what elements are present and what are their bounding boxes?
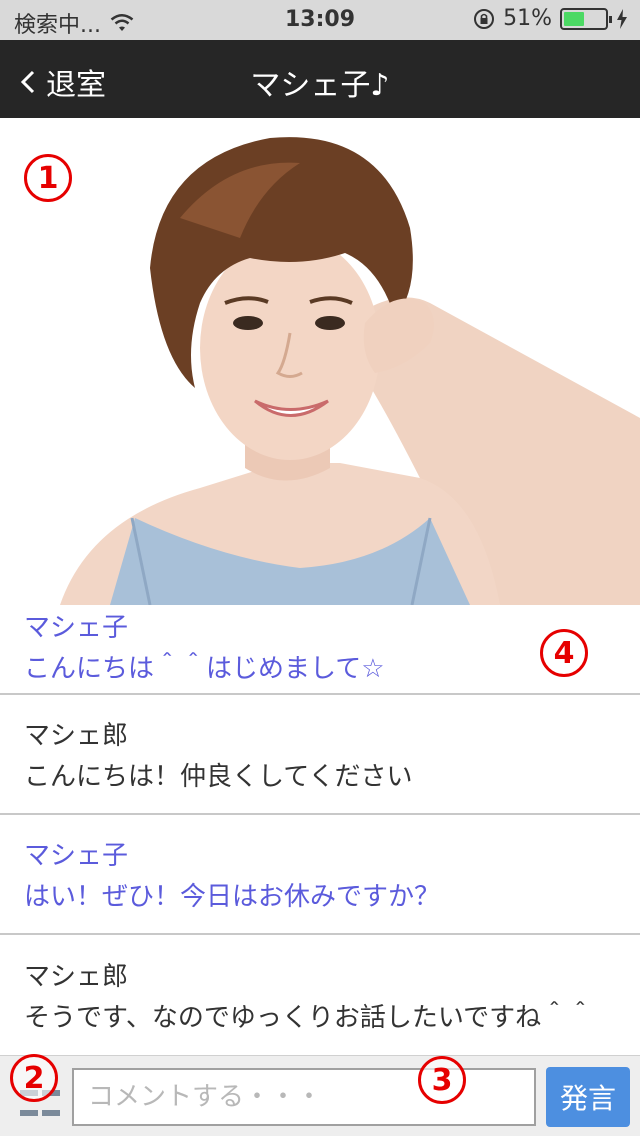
- battery-icon: [560, 7, 612, 30]
- back-button[interactable]: 退室: [20, 60, 106, 104]
- message-sender: マシェ郎: [24, 721, 129, 751]
- status-bar: 検索中... 13:09 51%: [0, 0, 640, 40]
- charging-icon: [617, 8, 627, 29]
- chat-message-list[interactable]: マシェ子 こんにちは＾＾はじめまして☆ マシェ郎 こんにちは！仲良くしてください…: [0, 605, 640, 1055]
- chevron-left-icon: [20, 70, 35, 94]
- message-text: こんにちは＾＾はじめまして☆: [24, 654, 385, 684]
- message-sender: マシェ子: [24, 841, 129, 871]
- nav-bar: 退室 マシェ子♪: [0, 40, 640, 118]
- message-text: そうです、なのでゆっくりお話したいですね＾＾: [24, 1003, 594, 1033]
- comment-input[interactable]: [72, 1068, 536, 1126]
- chat-message: マシェ子 はい！ぜひ！今日はお休みですか？: [0, 815, 640, 935]
- annotation-marker-2: 2: [10, 1054, 58, 1102]
- status-right-group: 51%: [473, 6, 628, 31]
- profile-photo: 1: [0, 118, 640, 605]
- annotation-marker-1: 1: [24, 154, 72, 202]
- back-label: 退室: [46, 68, 106, 103]
- send-button[interactable]: 発言: [546, 1067, 630, 1127]
- rotation-lock-icon: [474, 8, 495, 29]
- chat-message: マシェ郎 こんにちは！仲良くしてください: [0, 695, 640, 815]
- message-text: はい！ぜひ！今日はお休みですか？: [24, 882, 441, 912]
- annotation-marker-4: 4: [540, 629, 588, 677]
- battery-fill: [564, 11, 585, 26]
- woman-portrait-image: [60, 137, 640, 605]
- message-sender: マシェ郎: [24, 962, 129, 992]
- chat-message: マシェ郎 そうです、なのでゆっくりお話したいですね＾＾: [0, 935, 640, 1055]
- comment-bar: 発言 2 3: [0, 1054, 640, 1136]
- message-sender: マシェ子: [24, 613, 129, 643]
- battery-percent: 51%: [503, 6, 552, 31]
- annotation-marker-3: 3: [418, 1056, 466, 1104]
- message-text: こんにちは！仲良くしてください: [24, 762, 413, 792]
